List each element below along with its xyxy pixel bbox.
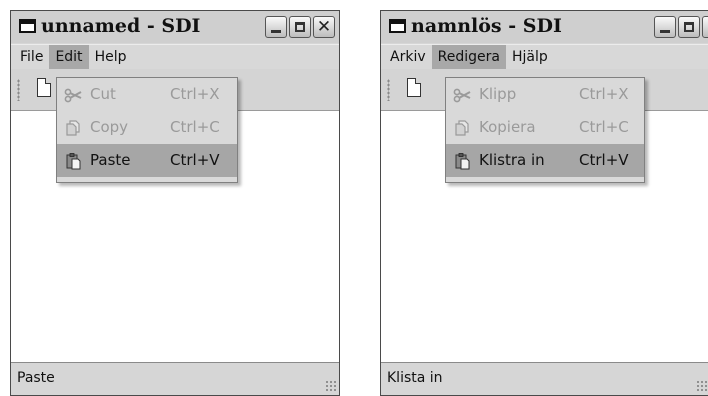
resize-grip-icon[interactable] <box>696 380 708 392</box>
scissors-icon <box>453 88 471 103</box>
edit-menu-dropdown: Cut Ctrl+X Copy Ctrl+C Paste Ctrl+V <box>56 77 238 183</box>
menu-file[interactable]: File <box>14 45 49 69</box>
status-bar: Paste <box>11 363 339 395</box>
menu-item-label: Cut <box>90 85 116 103</box>
minimize-button[interactable] <box>654 16 676 38</box>
menu-item-shortcut: Ctrl+V <box>170 151 220 169</box>
status-text: Paste <box>17 370 55 386</box>
menu-item-shortcut: Ctrl+X <box>579 85 629 103</box>
menu-item-shortcut: Ctrl+V <box>579 151 629 169</box>
menu-hjalp[interactable]: Hjälp <box>506 45 554 69</box>
menu-item-paste[interactable]: Paste Ctrl+V <box>57 144 237 177</box>
window-title: namnlös - SDI <box>411 15 562 37</box>
close-button[interactable]: ✕ <box>313 16 335 38</box>
menu-bar: File Edit Help <box>11 44 339 69</box>
scissors-icon <box>64 88 82 103</box>
maximize-button[interactable] <box>678 16 700 38</box>
menu-edit[interactable]: Edit <box>49 45 89 69</box>
minimize-icon <box>660 30 670 33</box>
title-bar[interactable]: namnlös - SDI ✕ <box>381 11 708 43</box>
copy-icon <box>455 120 469 136</box>
copy-icon <box>66 120 80 136</box>
menu-item-label: Kopiera <box>479 118 536 136</box>
maximize-button[interactable] <box>289 16 311 38</box>
menu-redigera[interactable]: Redigera <box>431 45 506 69</box>
window-title: unnamed - SDI <box>41 15 201 37</box>
menu-item-klistra-in[interactable]: Klistra in Ctrl+V <box>446 144 644 177</box>
maximize-icon <box>684 22 694 32</box>
menu-bar: Arkiv Redigera Hjälp <box>381 44 708 69</box>
title-bar[interactable]: unnamed - SDI ✕ <box>11 11 339 43</box>
resize-grip-icon[interactable] <box>325 380 337 392</box>
window-app-icon <box>389 19 406 33</box>
status-bar: Klista in <box>381 363 708 395</box>
menu-item-shortcut: Ctrl+C <box>579 118 629 136</box>
minimize-button[interactable] <box>265 16 287 38</box>
sdi-window-swedish: namnlös - SDI ✕ Arkiv Redigera Hjälp Kli… <box>380 10 708 396</box>
menu-item-copy[interactable]: Copy Ctrl+C <box>57 111 237 144</box>
menu-item-label: Copy <box>90 118 129 136</box>
menu-item-klipp[interactable]: Klipp Ctrl+X <box>446 78 644 111</box>
toolbar-grip[interactable] <box>17 79 20 101</box>
menu-item-shortcut: Ctrl+X <box>170 85 220 103</box>
maximize-icon <box>295 22 305 32</box>
menu-item-shortcut: Ctrl+C <box>170 118 220 136</box>
close-button[interactable]: ✕ <box>702 16 708 38</box>
menu-item-label: Klipp <box>479 85 517 103</box>
sdi-window-english: unnamed - SDI ✕ File Edit Help Paste <box>10 10 340 396</box>
toolbar-grip[interactable] <box>387 79 390 101</box>
close-icon: ✕ <box>316 17 332 37</box>
menu-arkiv[interactable]: Arkiv <box>384 45 432 69</box>
new-document-icon[interactable] <box>37 78 51 97</box>
status-text: Klista in <box>387 370 443 386</box>
menu-item-label: Klistra in <box>479 151 545 169</box>
redigera-menu-dropdown: Klipp Ctrl+X Kopiera Ctrl+C Klistra in C… <box>445 77 645 183</box>
window-app-icon <box>19 19 36 33</box>
paste-icon <box>66 153 81 170</box>
new-document-icon[interactable] <box>407 78 421 97</box>
menu-item-kopiera[interactable]: Kopiera Ctrl+C <box>446 111 644 144</box>
paste-icon <box>455 153 470 170</box>
menu-item-label: Paste <box>90 151 131 169</box>
menu-help[interactable]: Help <box>89 45 133 69</box>
menu-item-cut[interactable]: Cut Ctrl+X <box>57 78 237 111</box>
minimize-icon <box>271 30 281 33</box>
